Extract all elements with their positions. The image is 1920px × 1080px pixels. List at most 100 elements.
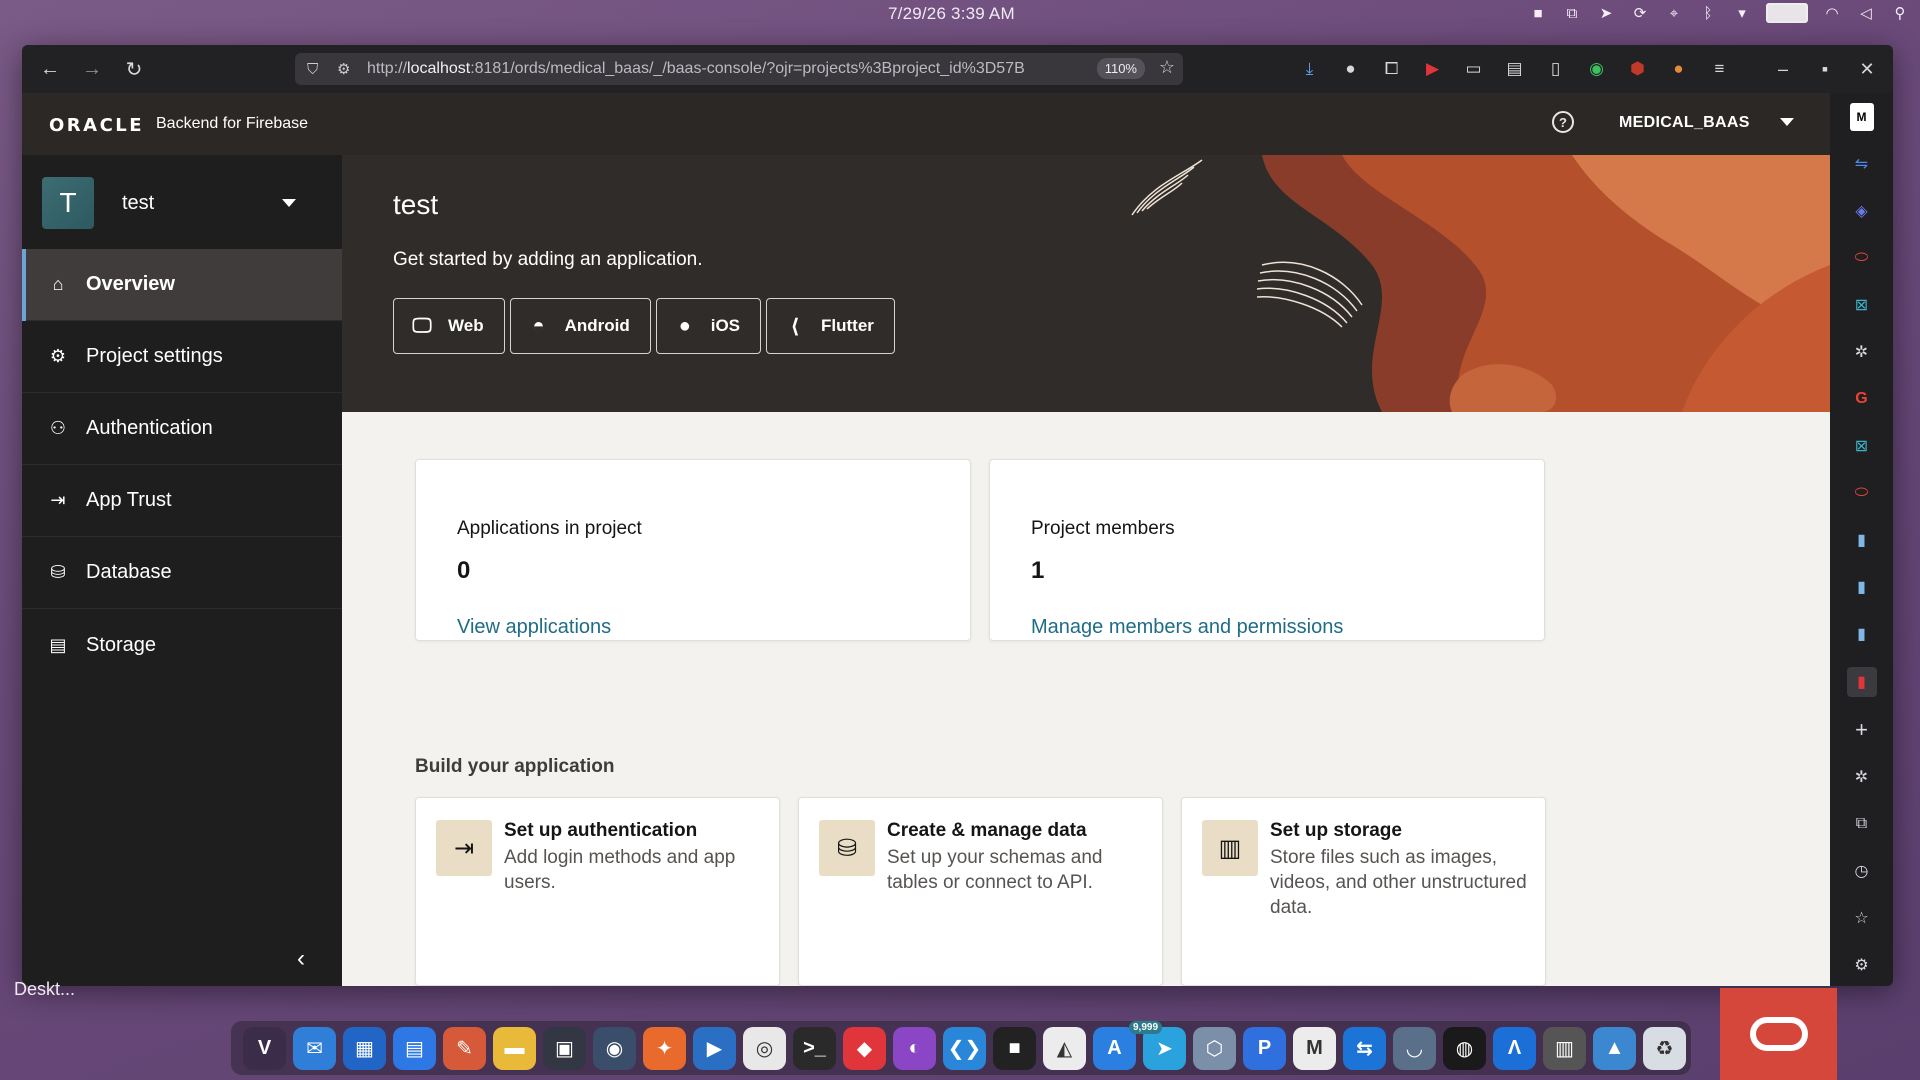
openai-icon[interactable]: ✲ [1850,338,1874,366]
vscode-app-icon[interactable]: ❮❯ [943,1026,986,1070]
battery-icon[interactable] [1766,3,1808,23]
collapse-sidebar-icon[interactable]: ‹ [297,945,305,973]
system-clock[interactable]: 7/29/26 3:39 AM [888,4,1015,24]
translate-icon[interactable]: ⇋ [1850,150,1874,178]
photos-app-icon[interactable]: ▲ [1593,1026,1636,1070]
anydesk-app-icon[interactable]: ◆ [843,1026,886,1070]
copilot-icon[interactable]: ◈ [1850,197,1874,225]
sync-icon[interactable]: ⧉ [1850,810,1874,838]
sidebar-item-storage[interactable]: ▤ Storage [22,609,342,681]
project-selector[interactable]: T test [22,155,342,249]
console-app-icon[interactable]: >_ [793,1026,836,1070]
add-android-app-button[interactable]: ◓ Android [509,298,651,354]
sidebar-item-project-settings[interactable]: ⚙ Project settings [22,321,342,393]
inkscape-app-icon[interactable]: ◭ [1043,1026,1086,1070]
podcast-app-icon[interactable]: ◡ [1393,1026,1436,1070]
archive-icon[interactable]: ▭ [1456,51,1491,87]
design-app-icon[interactable]: ✦ [643,1026,686,1070]
excel-icon[interactable]: ⊠ [1850,432,1874,460]
bluetooth-icon[interactable]: ᛒ [1698,3,1718,23]
terminal-window-app-icon[interactable]: ▣ [543,1026,586,1070]
paint-app-icon[interactable]: ✎ [443,1026,486,1070]
telegram-icon[interactable]: ➤ [1596,3,1616,23]
medium-icon[interactable]: M [1849,103,1874,131]
lens-app-icon[interactable]: ◉ [593,1026,636,1070]
doc-icon[interactable]: ▮ [1850,526,1874,554]
obs-app-icon[interactable]: ◍ [1443,1026,1486,1070]
mail-app-icon[interactable]: ✉ [293,1026,336,1070]
close-icon[interactable]: ✕ [1849,51,1885,87]
download-icon[interactable]: ⤓ [1292,51,1327,87]
auth-setup-card[interactable]: ⇥ Set up authentication Add login method… [415,797,780,986]
add-ios-app-button[interactable]: ● iOS [655,298,762,354]
excel-icon[interactable]: ⊠ [1850,291,1874,319]
remote-app-icon[interactable]: ⇆ [1343,1026,1386,1070]
location-icon[interactable]: ⌖ [1664,3,1684,23]
extensions-icon[interactable]: ⧠ [1374,51,1409,87]
caret-down-icon[interactable] [1780,118,1794,126]
reader-icon[interactable]: ▤ [1497,51,1532,87]
forward-icon[interactable]: → [74,51,110,87]
star-icon[interactable]: ☆ [1850,904,1874,932]
oracle-launcher-icon[interactable] [1720,988,1837,1080]
files-app-icon[interactable]: ▬ [493,1026,536,1070]
manage-members-link[interactable]: Manage members and permissions [1031,616,1343,639]
virtualbox-app-icon[interactable]: ⬡ [1193,1026,1236,1070]
caret-down-icon[interactable] [282,199,296,207]
cookie-icon[interactable]: ● [1661,51,1696,87]
account-menu[interactable]: MEDICAL_BAAS [1619,114,1750,132]
sidebar-item-authentication[interactable]: ⚇ Authentication [22,393,342,465]
sidebar-icon[interactable]: ▯ [1538,51,1573,87]
telegram-app-icon[interactable]: ➤ 9,999 [1129,1020,1186,1070]
app-store-app-icon[interactable]: A [1093,1026,1136,1070]
calendar-app-icon[interactable]: ▤ [393,1026,436,1070]
vmware-app-icon[interactable]: ▶ [693,1026,736,1070]
oracle-icon[interactable]: ⬭ [1850,244,1874,272]
chrome-app-icon[interactable]: ◎ [743,1026,786,1070]
search-icon[interactable]: ⚲ [1890,3,1910,23]
add-flutter-app-button[interactable]: ⟨ Flutter [766,298,895,354]
view-applications-link[interactable]: View applications [457,616,611,639]
openai-icon[interactable]: ✲ [1850,763,1874,791]
back-icon[interactable]: ← [32,51,68,87]
app-square-icon[interactable]: ■ [1528,3,1548,23]
help-icon[interactable]: ? [1552,111,1574,133]
windows-app-app-icon[interactable]: ▦ [343,1026,386,1070]
volume-icon[interactable]: ◁ [1856,3,1876,23]
sidebar-item-app-trust[interactable]: ⇥ App Trust [22,465,342,537]
storage-setup-card[interactable]: ▥ Set up storage Store files such as ima… [1181,797,1546,986]
chevron-down-icon[interactable]: ▾ [1732,3,1752,23]
shield-icon[interactable]: ⛉ [307,61,327,78]
screenshot-icon[interactable]: ⧉ [1562,3,1582,23]
pdf-app-app-icon[interactable]: P [1243,1026,1286,1070]
sidebar-item-database[interactable]: ⛁ Database [22,537,342,609]
reload-icon[interactable]: ↻ [116,51,152,87]
trash-app-icon[interactable]: ♻ [1643,1026,1686,1070]
oracle-logo[interactable]: ORACLE [49,115,144,136]
vivaldi-app-icon[interactable]: V [243,1026,286,1070]
box-app-app-icon[interactable]: ■ [993,1026,1036,1070]
eye-icon[interactable]: ◉ [1579,51,1614,87]
google-icon[interactable]: G [1850,385,1874,413]
ublock-icon[interactable]: ⬢ [1620,51,1655,87]
youtube-icon[interactable]: ▶ [1415,51,1450,87]
add-web-app-button[interactable]: 🖵 Web [393,298,505,354]
desktop-label[interactable]: Deskt... [14,979,75,1000]
wifi-icon[interactable]: ◠ [1822,3,1842,23]
oracle-icon[interactable]: ⬭ [1850,479,1874,507]
minimize-icon[interactable]: – [1765,51,1801,87]
settings-icon[interactable]: ⚙ [1850,951,1874,979]
maximize-icon[interactable]: ▪ [1807,51,1843,87]
history-icon[interactable]: ◷ [1850,857,1874,885]
firefox-app-icon[interactable]: ◐ [893,1026,936,1070]
url-bar[interactable]: ⛉ ⚙ http://localhost:8181/ords/medical_b… [295,53,1183,85]
account-icon[interactable]: ● [1333,51,1368,87]
gmail-app-icon[interactable]: M [1293,1026,1336,1070]
data-setup-card[interactable]: ⛁ Create & manage data Set up your schem… [798,797,1163,986]
bookmark-red-icon[interactable]: ▮ [1846,667,1877,697]
sidebar-item-overview[interactable]: ⌂ Overview [22,249,342,321]
arch-app-icon[interactable]: Λ [1493,1026,1536,1070]
menu-icon[interactable]: ≡ [1702,51,1737,87]
doc-icon[interactable]: ▮ [1850,620,1874,648]
sync-icon[interactable]: ⟳ [1630,3,1650,23]
